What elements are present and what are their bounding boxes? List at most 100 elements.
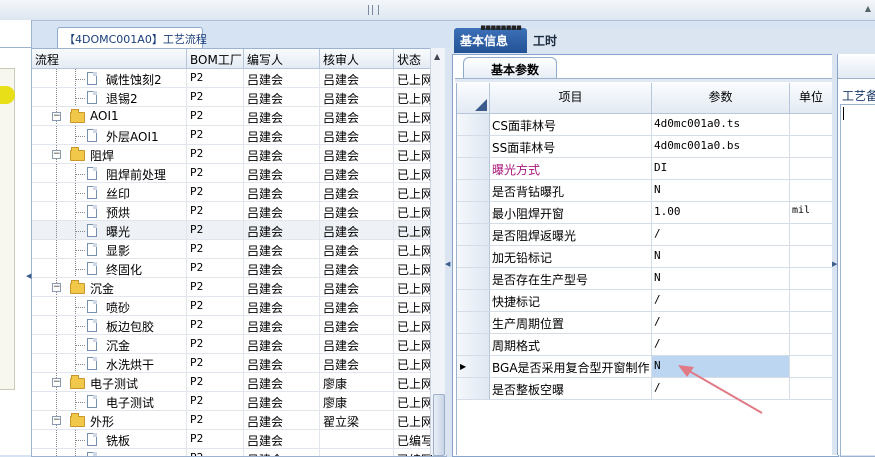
subtab-basic-params[interactable]: 基本参数 xyxy=(463,57,557,79)
status-cell[interactable]: 已上网 xyxy=(394,316,434,335)
status-cell[interactable]: 已上网 xyxy=(394,107,434,126)
tree-cell[interactable]: 沉金 xyxy=(32,335,187,354)
row-selector[interactable] xyxy=(457,312,490,334)
reviewer-cell[interactable]: 廖康 xyxy=(320,373,394,392)
table-row[interactable]: − 外形 P2 吕建会 翟立梁 已上网 xyxy=(32,411,434,430)
bom-cell[interactable]: P2 xyxy=(187,449,244,456)
scroll-up-icon[interactable]: ▲ xyxy=(865,4,871,13)
param-unit-cell[interactable] xyxy=(790,268,833,290)
tree-cell[interactable]: 终固化 xyxy=(32,259,187,278)
process-notes-textarea[interactable] xyxy=(840,104,875,457)
reviewer-cell[interactable]: 吕建会 xyxy=(320,335,394,354)
bom-cell[interactable]: P2 xyxy=(187,202,244,221)
status-cell[interactable]: 已上网 xyxy=(394,335,434,354)
bom-cell[interactable]: P2 xyxy=(187,164,244,183)
param-item-cell[interactable]: 最小阻焊开窗 xyxy=(490,202,652,224)
tree-cell[interactable]: − 阻焊 xyxy=(32,145,187,164)
writer-cell[interactable]: 吕建会 xyxy=(244,392,320,411)
reviewer-cell[interactable]: 吕建会 xyxy=(320,240,394,259)
param-unit-cell[interactable] xyxy=(790,378,833,400)
table-row[interactable]: 喷砂 P2 吕建会 吕建会 已上网 xyxy=(32,297,434,316)
param-value-cell[interactable]: N xyxy=(652,180,790,202)
table-row[interactable]: 电子测试 P2 吕建会 廖康 已上网 xyxy=(32,392,434,411)
tree-cell[interactable]: − 电子测试 xyxy=(32,373,187,392)
param-item-cell[interactable]: SS面菲林号 xyxy=(490,136,652,158)
table-row[interactable]: P2吕建会 已编写 xyxy=(32,449,434,456)
param-row[interactable]: 最小阻焊开窗 1.00 mil xyxy=(457,202,833,224)
param-value-cell[interactable]: N xyxy=(652,268,790,290)
param-item-cell[interactable]: 生产周期位置 xyxy=(490,312,652,334)
reviewer-cell[interactable]: 吕建会 xyxy=(320,202,394,221)
reviewer-cell[interactable]: 吕建会 xyxy=(320,316,394,335)
status-cell[interactable]: 已上网 xyxy=(394,221,434,240)
writer-cell[interactable]: 吕建会 xyxy=(244,354,320,373)
splitter-grip-icon[interactable] xyxy=(368,5,379,15)
row-selector[interactable] xyxy=(457,114,490,136)
tree-cell[interactable]: 显影 xyxy=(32,240,187,259)
row-selector[interactable] xyxy=(457,246,490,268)
tree-cell[interactable]: 铣板 xyxy=(32,430,187,449)
reviewer-cell[interactable]: 吕建会 xyxy=(320,88,394,107)
table-row[interactable]: − 沉金 P2 吕建会 吕建会 已上网 xyxy=(32,278,434,297)
writer-cell[interactable]: 吕建会 xyxy=(244,202,320,221)
param-value-cell[interactable]: N xyxy=(652,246,790,268)
param-item-cell[interactable]: 加无铅标记 xyxy=(490,246,652,268)
param-row[interactable]: CS面菲林号 4d0mc001a0.ts xyxy=(457,114,833,136)
tree-cell[interactable]: 外层AOI1 xyxy=(32,126,187,145)
reviewer-cell[interactable]: 吕建会 xyxy=(320,145,394,164)
row-selector[interactable] xyxy=(457,268,490,290)
reviewer-cell[interactable]: 吕建会 xyxy=(320,69,394,88)
bom-cell[interactable]: P2 xyxy=(187,259,244,278)
tree-cell[interactable]: 板边包胶 xyxy=(32,316,187,335)
param-item-cell[interactable]: 是否存在生产型号 xyxy=(490,268,652,290)
tree-cell[interactable]: 电子测试 xyxy=(32,392,187,411)
grid-vertical-scrollbar[interactable]: ▲ xyxy=(430,48,446,456)
param-item-cell[interactable]: 快捷标记 xyxy=(490,290,652,312)
status-cell[interactable]: 已上网 xyxy=(394,240,434,259)
tree-cell[interactable]: 碱性蚀刻2 xyxy=(32,69,187,88)
param-row[interactable]: 曝光方式 DI xyxy=(457,158,833,180)
reviewer-cell[interactable]: 吕建会 xyxy=(320,278,394,297)
collapse-toggle-icon[interactable]: − xyxy=(52,112,61,121)
writer-cell[interactable]: 吕建会 xyxy=(244,297,320,316)
bom-cell[interactable]: P2 xyxy=(187,373,244,392)
collapse-toggle-icon[interactable]: − xyxy=(52,378,61,387)
status-cell[interactable]: 已上网 xyxy=(394,297,434,316)
tree-cell[interactable]: − AOI1 xyxy=(32,107,187,126)
table-row[interactable]: 碱性蚀刻2 P2 吕建会 吕建会 已上网 xyxy=(32,69,434,88)
param-value-cell[interactable]: / xyxy=(652,290,790,312)
reviewer-cell[interactable]: 吕建会 xyxy=(320,354,394,373)
writer-cell[interactable]: 吕建会 xyxy=(244,430,320,449)
reviewer-cell[interactable]: 吕建会 xyxy=(320,259,394,278)
status-cell[interactable]: 已上网 xyxy=(394,69,434,88)
bom-cell[interactable]: P2 xyxy=(187,316,244,335)
row-selector[interactable] xyxy=(457,290,490,312)
row-header-corner[interactable] xyxy=(457,83,490,114)
bom-cell[interactable]: P2 xyxy=(187,183,244,202)
row-selector[interactable] xyxy=(457,202,490,224)
reviewer-cell[interactable]: 廖康 xyxy=(320,392,394,411)
table-row[interactable]: 沉金 P2 吕建会 吕建会 已上网 xyxy=(32,335,434,354)
bom-cell[interactable]: P2 xyxy=(187,430,244,449)
status-cell[interactable]: 已上网 xyxy=(394,373,434,392)
param-unit-cell[interactable] xyxy=(790,158,833,180)
row-selector[interactable] xyxy=(457,136,490,158)
vertical-splitter[interactable]: ◀ xyxy=(445,48,451,455)
tree-cell[interactable]: 曝光 xyxy=(32,221,187,240)
col-header-reviewer[interactable]: 核审人 xyxy=(320,49,394,69)
param-item-cell[interactable]: 是否整板空曝 xyxy=(490,378,652,400)
tree-cell[interactable] xyxy=(32,449,187,456)
reviewer-cell[interactable]: 吕建会 xyxy=(320,183,394,202)
param-unit-cell[interactable] xyxy=(790,290,833,312)
param-value-cell[interactable]: 4d0mc001a0.bs xyxy=(652,136,790,158)
reviewer-cell[interactable]: 吕建会 xyxy=(320,221,394,240)
col-header-item[interactable]: 项目 xyxy=(490,83,652,114)
writer-cell[interactable]: 吕建会 xyxy=(244,126,320,145)
collapse-left-icon[interactable]: ◀ xyxy=(445,260,450,268)
scroll-up-icon[interactable]: ▲ xyxy=(434,52,440,61)
tree-cell[interactable]: − 沉金 xyxy=(32,278,187,297)
tab-work-hours[interactable]: 工时 xyxy=(527,28,567,53)
param-value-cell[interactable]: / xyxy=(652,334,790,356)
param-unit-cell[interactable] xyxy=(790,312,833,334)
status-cell[interactable]: 已上网 xyxy=(394,259,434,278)
